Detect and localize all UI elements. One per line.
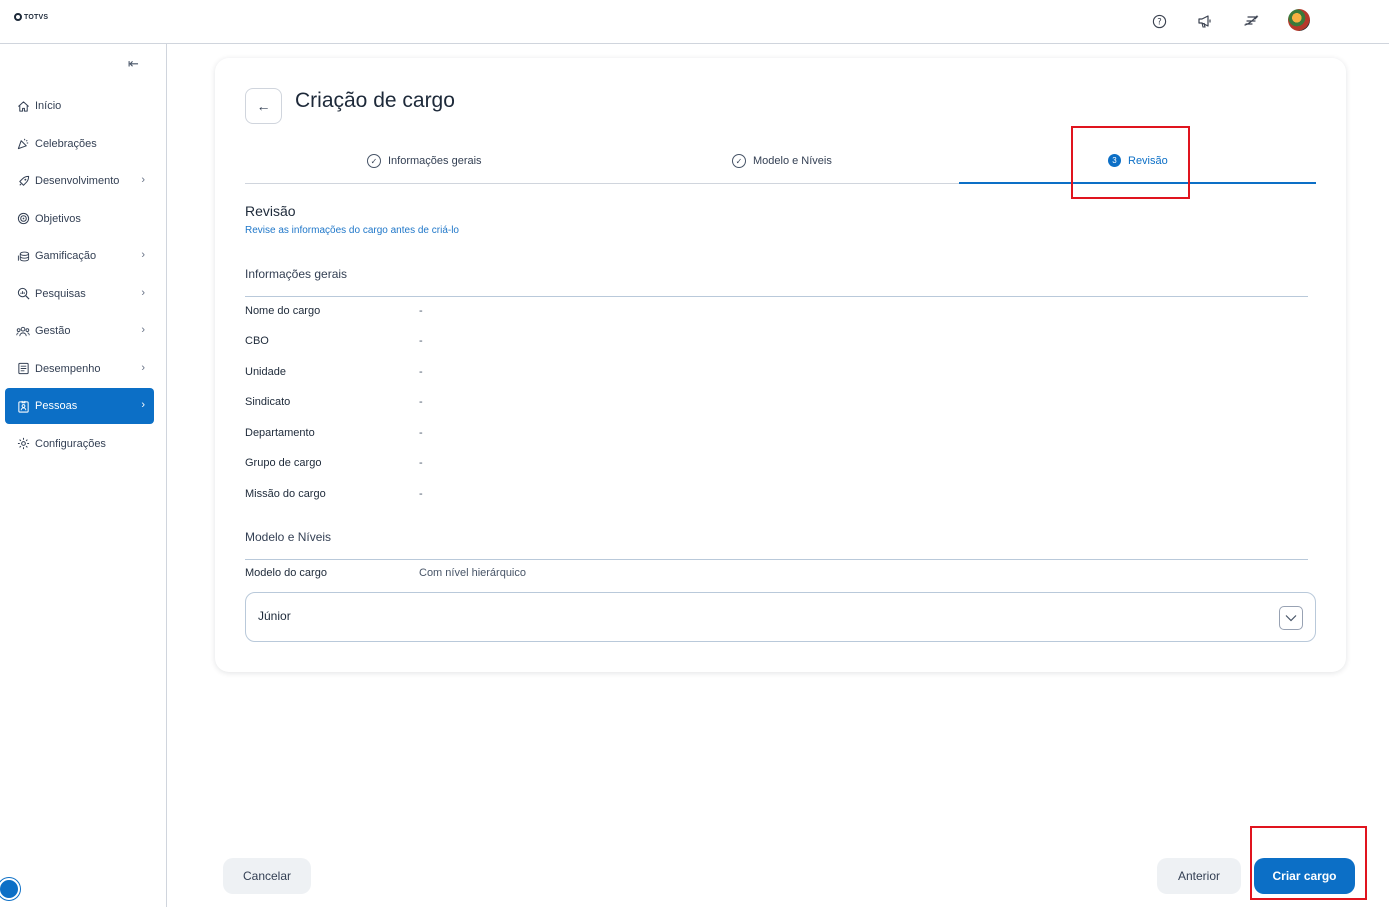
sidebar-item-label: Celebrações [35,137,97,150]
chevron-right-icon: › [141,286,145,299]
chevron-right-icon: › [141,324,145,336]
chevron-right-icon: › [141,361,145,374]
team-icon [16,324,30,338]
collapse-sidebar-icon[interactable]: ⇤ [128,56,139,72]
sidebar-item-desempenho[interactable]: Desempenho › [5,351,154,387]
section-title: Revisão [245,203,296,219]
logo-ring-icon [14,13,22,21]
info-row-value: - [419,305,423,317]
general-info-title: Informações gerais [245,267,348,281]
arrow-left-icon: ← [256,98,271,114]
sidebar-item-label: Gestão [35,325,71,337]
step-label: Revisão [1128,154,1168,167]
megaphone-icon[interactable] [1193,9,1217,33]
model-levels-title: Modelo e Níveis [245,530,332,544]
info-row-value: - [419,488,423,500]
sidebar-item-gestao[interactable]: Gestão › [5,313,154,349]
sidebar-item-label: Desenvolvimento [35,175,120,187]
step-label: Modelo e Níveis [753,155,832,167]
info-row-label: Nome do cargo [245,305,321,317]
totvs-logo[interactable]: TOTVS [14,13,48,21]
top-icons: ? [1147,9,1309,33]
section-subtitle: Revise as informações do cargo antes de … [245,225,459,236]
check-circle-icon: ✓ [732,154,746,168]
stepper: ✓ Informações gerais ✓ Modelo e Níveis 3… [245,146,1316,184]
chevron-down-icon[interactable] [1279,606,1303,630]
sidebar-item-desenvolvimento[interactable]: Desenvolvimento › [5,163,154,199]
sidebar-item-pesquisas[interactable]: Pesquisas › [5,276,154,312]
sidebar-item-pessoas[interactable]: Pessoas › [5,388,154,424]
logo-text: TOTVS [24,13,49,21]
check-circle-icon: ✓ [367,154,381,168]
divider [245,559,1308,560]
step-general-info[interactable]: ✓ Informações gerais [367,154,482,168]
step-review[interactable]: 3 Revisão [1108,154,1168,167]
sidebar-item-label: Gamificação [35,250,97,262]
info-row-value: - [419,366,423,378]
info-row-value: - [419,457,423,469]
sidebar-item-inicio[interactable]: Início [5,88,154,124]
sidebar-item-label: Pessoas [35,400,78,412]
info-row-value: - [419,396,423,408]
sidebar-item-label: Configurações [35,437,106,450]
active-step-underline [959,182,1316,184]
back-button[interactable]: ← [245,88,282,124]
sidebar-item-label: Pesquisas [35,287,86,300]
sidebar-item-configuracoes[interactable]: Configurações [5,426,154,462]
search-chart-icon [16,287,30,301]
party-icon [16,137,30,151]
page-title: Criação de cargo [295,89,455,112]
info-row-label: Departamento [245,427,315,439]
help-icon[interactable]: ? [1147,9,1171,33]
chevron-right-icon: › [141,399,145,411]
step-label: Informações gerais [388,155,482,167]
rocket-icon [16,174,30,188]
chevron-right-icon: › [141,174,145,186]
home-icon [16,99,30,113]
previous-button[interactable]: Anterior [1157,858,1241,894]
sidebar-item-gamificacao[interactable]: Gamificação › [5,238,154,274]
step-model-levels[interactable]: ✓ Modelo e Níveis [732,154,832,168]
step-number-badge: 3 [1108,154,1121,167]
sidebar-item-objetivos[interactable]: Objetivos [5,201,154,237]
top-bar: TOTVS ? [0,0,1389,44]
cancel-button[interactable]: Cancelar [223,858,311,894]
accordion-label: Júnior [258,609,291,623]
info-row-value: - [419,335,423,347]
sidebar-item-label: Desempenho [35,362,101,375]
info-row-label: Modelo do cargo [245,567,327,579]
info-row-label: Sindicato [245,396,291,408]
info-row-label: Unidade [245,366,286,378]
sidebar-item-label: Objetivos [35,212,81,225]
sidebar-nav: Início Celebrações Desenvolvimento › Obj… [5,88,154,463]
checklist-icon [16,362,30,376]
info-row-value: - [419,427,423,439]
sidebar: ⇤ Início Celebrações Desenvolvimento › O… [0,44,167,907]
info-row-label: CBO [245,335,269,347]
badge-icon [16,399,30,413]
svg-text:?: ? [1157,16,1161,26]
sidebar-item-celebracoes[interactable]: Celebrações [5,126,154,162]
chat-bubble-icon[interactable] [0,878,20,900]
avatar[interactable] [1288,9,1310,31]
chevron-right-icon: › [141,249,145,261]
target-icon [16,212,30,226]
divider [245,296,1308,297]
info-row-value: Com nível hierárquico [419,567,526,579]
info-row-label: Grupo de cargo [245,457,322,469]
job-creation-card: ← Criação de cargo ✓ Informações gerais … [215,58,1346,672]
coins-icon [16,249,30,263]
level-accordion[interactable]: Júnior [245,592,1316,642]
gear-icon [16,437,30,451]
info-row-label: Missão do cargo [245,488,326,500]
shortcut-icon[interactable] [1239,9,1263,33]
sidebar-item-label: Início [35,100,62,112]
create-job-button[interactable]: Criar cargo [1254,858,1355,894]
